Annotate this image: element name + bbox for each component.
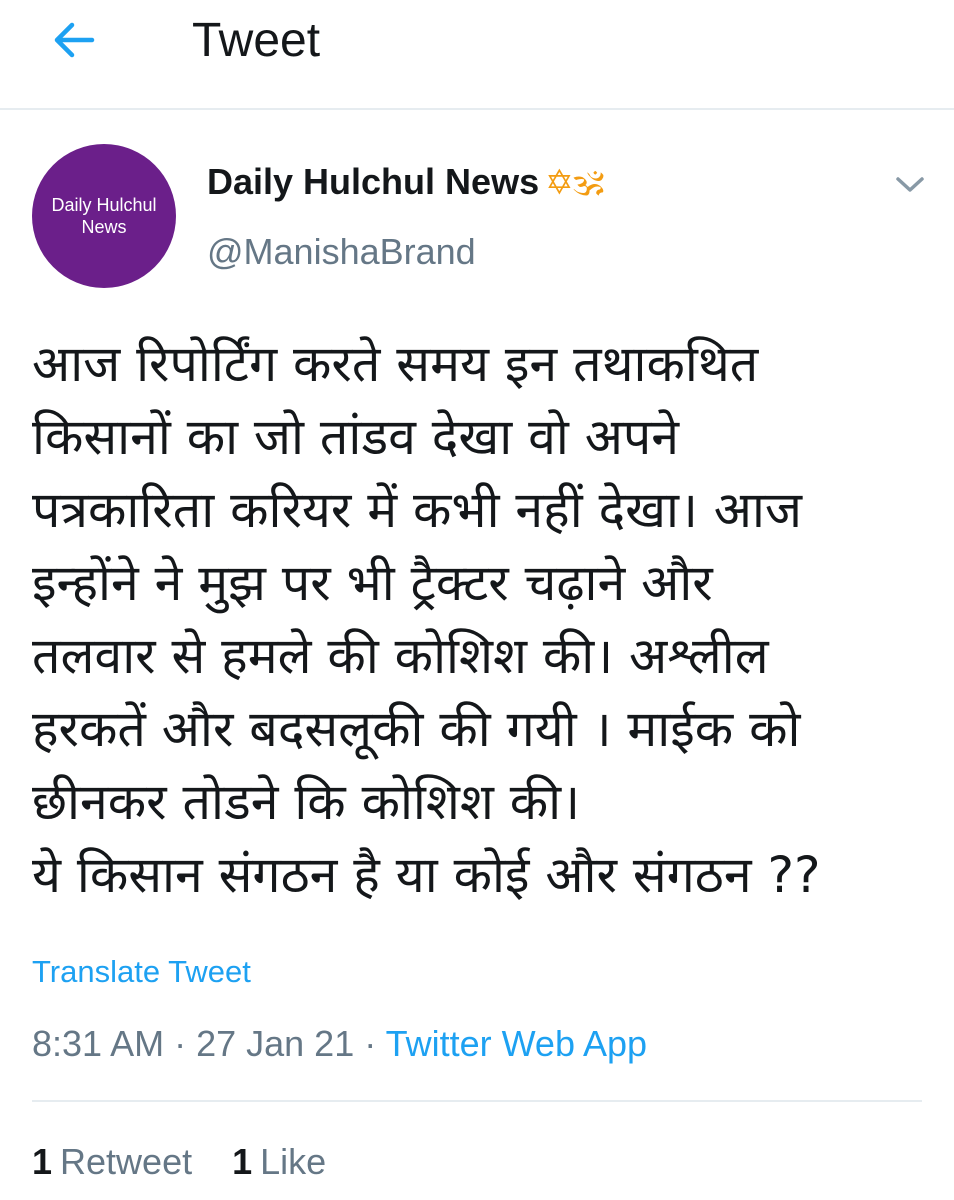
source-app-link[interactable]: Twitter Web App <box>386 1023 647 1064</box>
likes-count: 1 <box>232 1141 253 1182</box>
chevron-down-icon <box>896 177 924 192</box>
retweets-stat[interactable]: 1 Retweet <box>32 1140 192 1184</box>
name-emoji-icons: ✡🕉 <box>545 163 605 203</box>
top-bar: Tweet <box>0 0 954 110</box>
avatar[interactable]: Daily Hulchul News <box>32 144 176 288</box>
meta-separator: · <box>354 1023 386 1064</box>
likes-stat[interactable]: 1 Like <box>232 1140 326 1184</box>
tweet-date: 27 Jan 21 <box>196 1023 355 1064</box>
author-handle[interactable]: @ManishaBrand <box>207 230 476 274</box>
avatar-text: Daily Hulchul News <box>51 195 157 237</box>
divider <box>32 1100 922 1102</box>
retweets-label: Retweet <box>60 1141 193 1182</box>
tweet-time: 8:31 AM <box>32 1023 165 1064</box>
author-name[interactable]: Daily Hulchul News ✡🕉 <box>207 160 604 205</box>
retweets-count: 1 <box>32 1141 53 1182</box>
back-button[interactable] <box>44 14 104 66</box>
page-title: Tweet <box>192 14 321 67</box>
author-name-text: Daily Hulchul News <box>207 161 540 202</box>
likes-label: Like <box>260 1141 327 1182</box>
tweet-text: आज रिपोर्टिंग करते समय इन तथाकथित किसानो… <box>32 335 821 904</box>
translate-tweet-link[interactable]: Translate Tweet <box>32 952 251 992</box>
arrow-left-icon <box>54 22 95 58</box>
tweet-stats: 1 Retweet 1 Like <box>32 1140 356 1184</box>
meta-separator: · <box>164 1023 197 1064</box>
tweet-menu-button[interactable] <box>890 168 930 200</box>
tweet-meta: 8:31 AM · 27 Jan 21 · Twitter Web App <box>32 1022 647 1066</box>
